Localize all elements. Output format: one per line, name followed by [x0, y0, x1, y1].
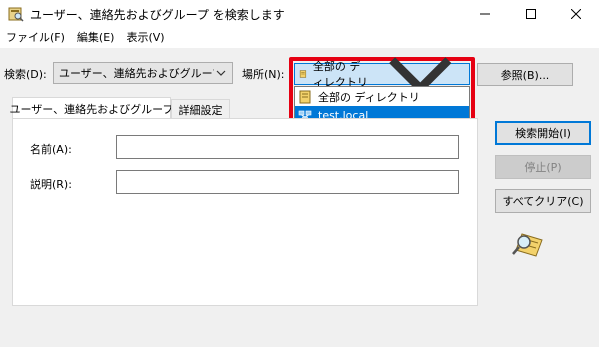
find-type-select[interactable]: ユーザー、連絡先およびグループ	[53, 62, 233, 84]
directory-icon	[299, 70, 307, 78]
tab-advanced[interactable]: 詳細設定	[171, 99, 230, 119]
maximize-icon	[526, 9, 536, 19]
name-input[interactable]	[116, 135, 459, 159]
in-label: 場所(N):	[242, 68, 285, 81]
close-icon	[571, 9, 581, 19]
description-label: 説明(R):	[30, 178, 72, 191]
description-input[interactable]	[116, 170, 459, 194]
menu-edit[interactable]: 編集(E)	[71, 28, 121, 48]
option-label: 全部の ディレクトリ	[318, 90, 420, 104]
minimize-icon	[480, 13, 490, 15]
tab-users-contacts-groups[interactable]: ユーザー、連絡先およびグループ	[10, 97, 174, 119]
maximize-button[interactable]	[508, 0, 554, 28]
magnifier-directory-icon	[512, 233, 543, 257]
window-title: ユーザー、連絡先およびグループ を検索します	[30, 8, 285, 22]
chevron-down-icon	[216, 70, 226, 76]
menu-bar: ファイル(F) 編集(E) 表示(V)	[0, 28, 599, 48]
menu-file[interactable]: ファイル(F)	[0, 28, 71, 48]
clear-all-button[interactable]: すべてクリア(C)	[495, 189, 591, 213]
title-bar: ユーザー、連絡先およびグループ を検索します	[0, 0, 599, 28]
location-select[interactable]: 全部の ディレクトリ	[294, 56, 470, 95]
close-button[interactable]	[553, 0, 599, 28]
location-option-all-directory[interactable]: 全部の ディレクトリ	[295, 87, 469, 106]
find-label: 検索(D):	[4, 68, 47, 81]
menu-view[interactable]: 表示(V)	[120, 28, 170, 48]
search-directory-icon	[8, 7, 24, 22]
name-label: 名前(A):	[30, 143, 72, 156]
find-type-value: ユーザー、連絡先およびグループ	[59, 67, 214, 80]
find-now-button[interactable]: 検索開始(I)	[495, 121, 591, 145]
directory-icon	[299, 90, 311, 103]
browse-button[interactable]: 参照(B)...	[477, 63, 573, 86]
stop-button[interactable]: 停止(P)	[495, 155, 591, 179]
